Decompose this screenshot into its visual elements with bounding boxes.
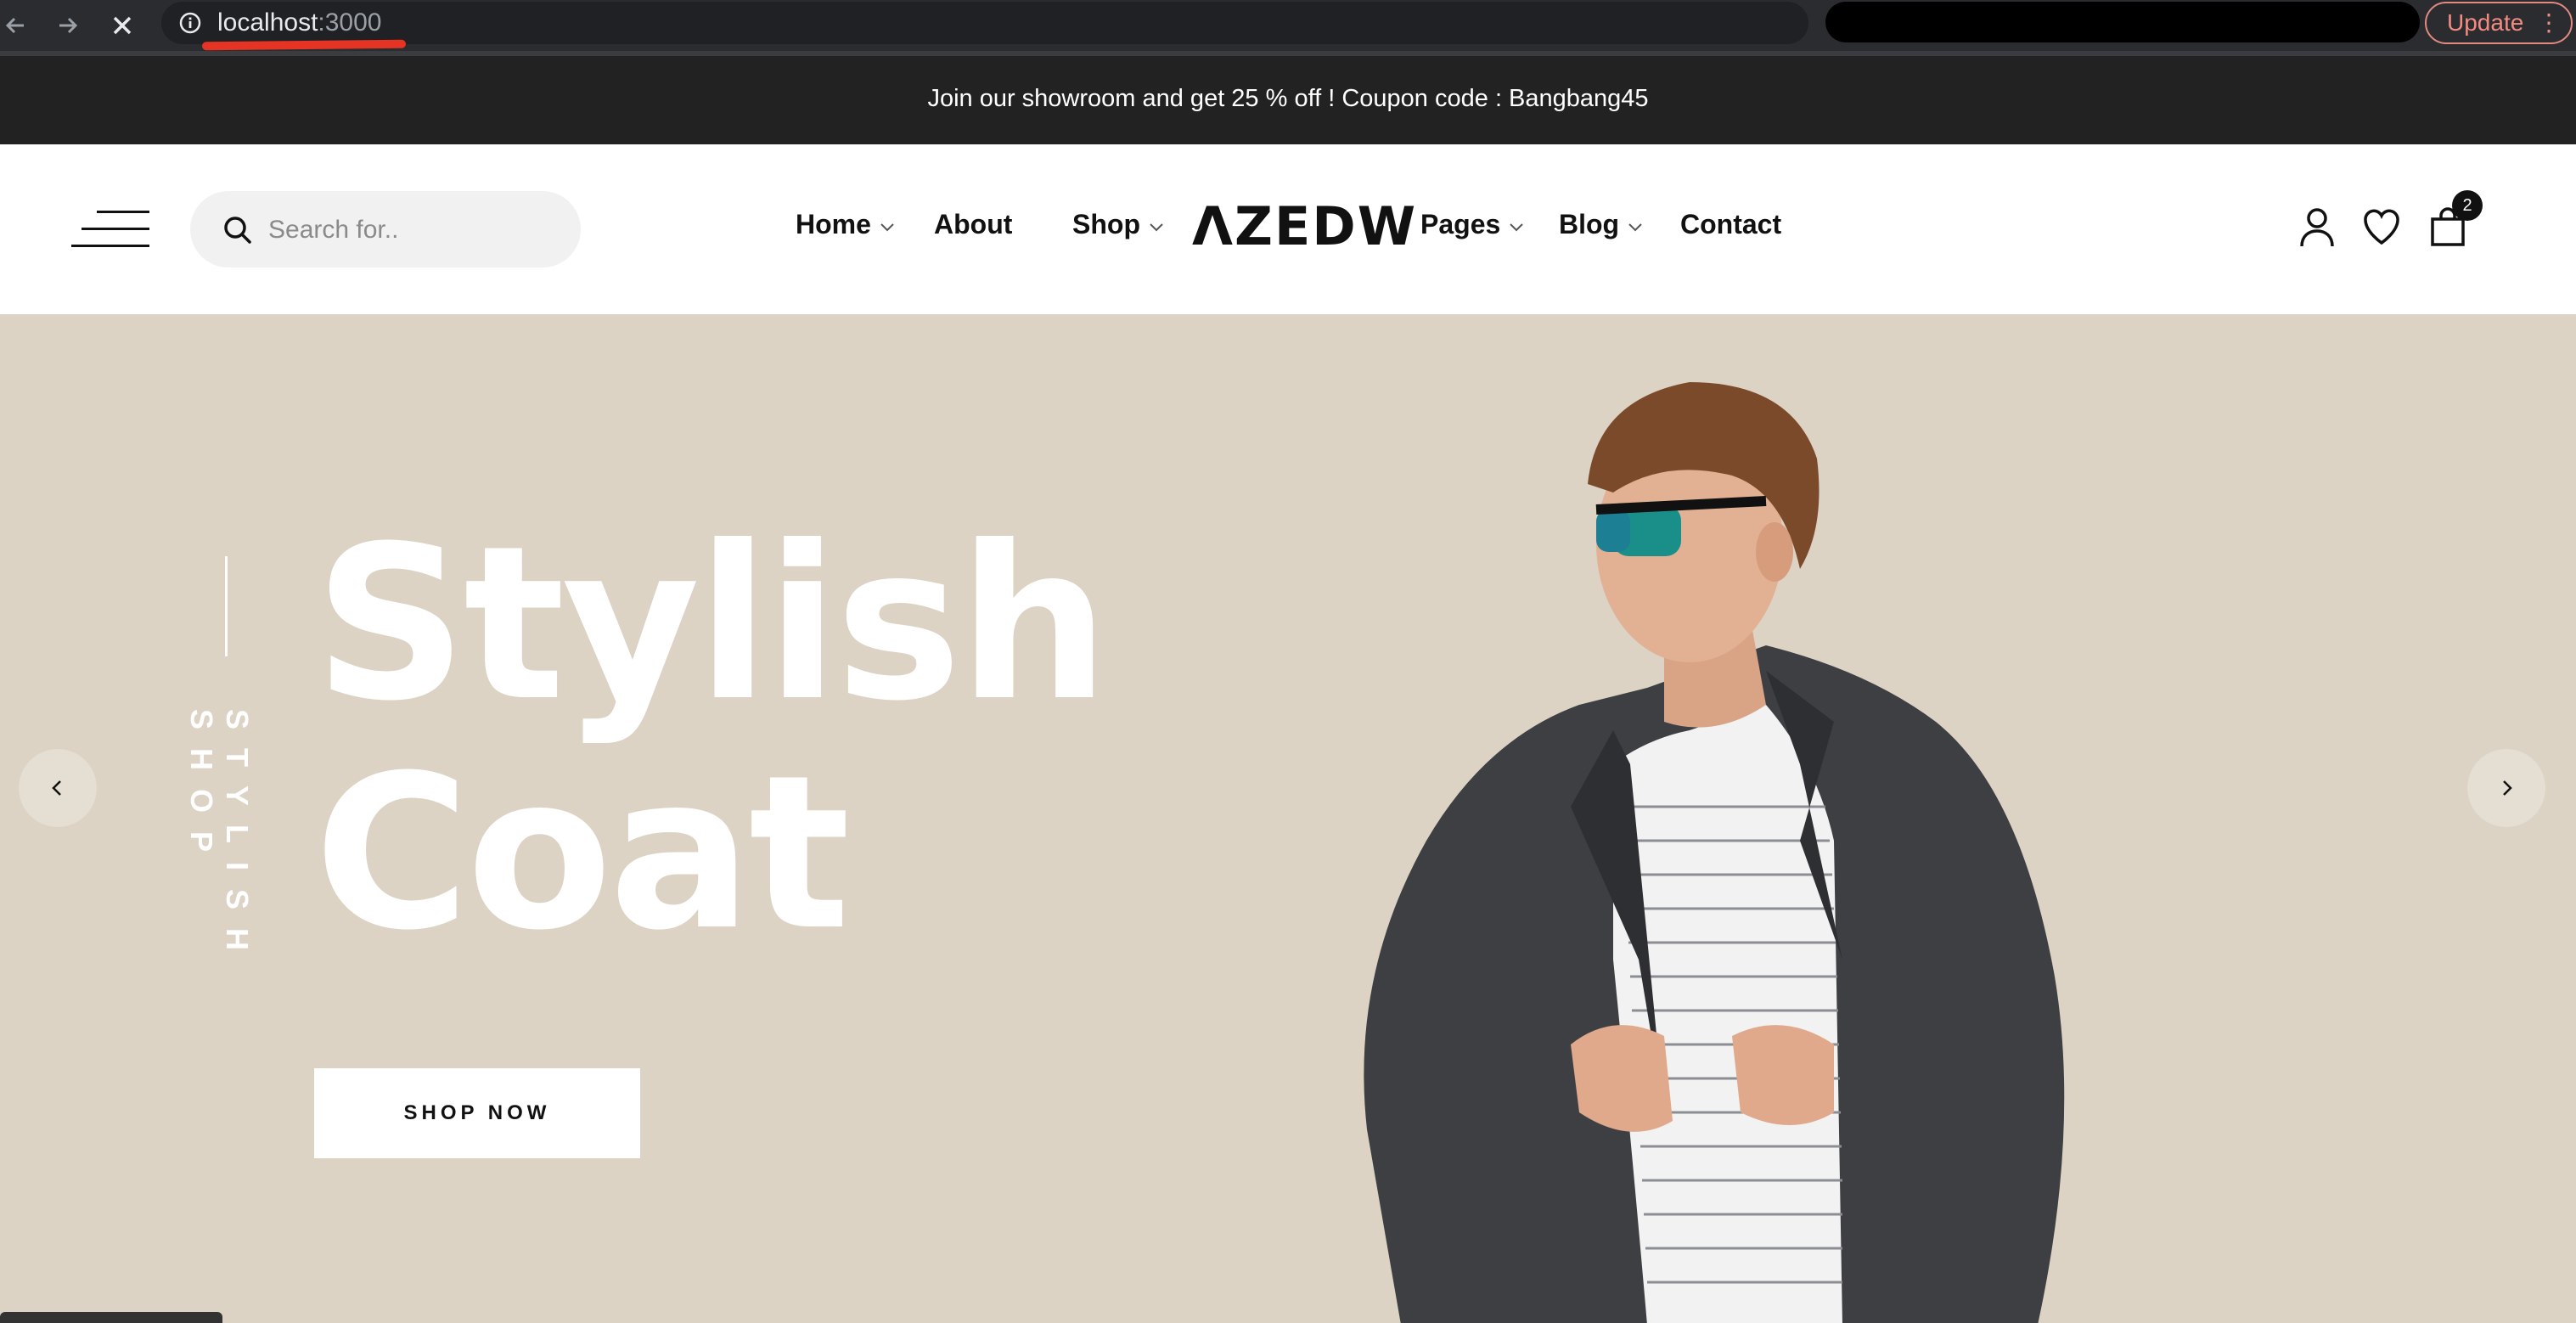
search-icon xyxy=(224,217,251,244)
annotation-underline xyxy=(201,39,407,51)
chevron-down-icon xyxy=(1628,222,1642,231)
announcement-bar: Join our showroom and get 25 % off ! Cou… xyxy=(0,56,2576,144)
site-header: Home About Shop ΛZEDW Pages Blog Contact… xyxy=(0,144,2576,314)
hero-model-image xyxy=(1364,382,2065,1323)
bottom-overlay-tab xyxy=(0,1312,222,1323)
hero-title-line2: Coat xyxy=(314,729,850,977)
hamburger-menu-icon[interactable] xyxy=(71,211,149,250)
vertical-label: STYLISH SHOP xyxy=(184,709,255,970)
hero-title-line1: Stylish xyxy=(314,500,1110,747)
vertical-divider xyxy=(225,556,228,656)
forward-arrow-icon[interactable] xyxy=(51,8,85,42)
user-account-icon[interactable] xyxy=(2298,205,2337,248)
cart-count-badge: 2 xyxy=(2452,190,2483,221)
chevron-right-icon xyxy=(2503,780,2512,796)
chevron-down-icon xyxy=(880,222,894,231)
slider-prev-button[interactable] xyxy=(19,749,97,827)
nav-home[interactable]: Home xyxy=(796,209,895,240)
stop-loading-icon[interactable] xyxy=(105,8,139,42)
search-input[interactable] xyxy=(267,210,559,251)
chevron-down-icon xyxy=(1150,222,1163,231)
kebab-menu-icon[interactable]: ⋮ xyxy=(2537,3,2561,42)
nav-shop[interactable]: Shop xyxy=(1072,209,1164,240)
nav-blog[interactable]: Blog xyxy=(1559,209,1643,240)
address-bar[interactable]: localhost:3000 xyxy=(161,2,1952,44)
browser-toolbar: localhost:3000 Update ⋮ xyxy=(0,0,2576,56)
nav-contact[interactable]: Contact xyxy=(1680,209,1781,240)
hero-banner: STYLISH SHOP Stylish Coat SHOP NOW xyxy=(0,314,2576,1323)
chevron-down-icon xyxy=(1510,222,1523,231)
slider-next-button[interactable] xyxy=(2467,749,2545,827)
wishlist-heart-icon[interactable] xyxy=(2362,205,2401,248)
redacted-extensions xyxy=(1825,2,2420,42)
chevron-left-icon xyxy=(52,780,61,796)
hero-title: Stylish Coat xyxy=(314,500,1110,977)
site-info-icon[interactable] xyxy=(178,11,202,35)
back-arrow-icon[interactable] xyxy=(0,8,34,42)
url-text: localhost:3000 xyxy=(217,8,382,37)
nav-pages[interactable]: Pages xyxy=(1420,209,1524,240)
shop-now-button[interactable]: SHOP NOW xyxy=(314,1068,640,1158)
update-label: Update xyxy=(2447,9,2524,36)
update-button[interactable]: Update ⋮ xyxy=(2425,2,2573,44)
site-logo[interactable]: ΛZEDW xyxy=(1192,195,1417,257)
search-box[interactable] xyxy=(190,191,581,267)
nav-about[interactable]: About xyxy=(934,209,1012,240)
